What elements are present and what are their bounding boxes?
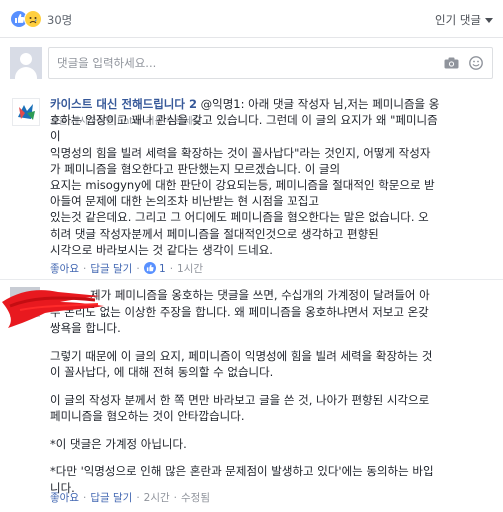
edited-label[interactable]: 수정됨 — [181, 492, 210, 504]
comment-text: 페미니즘을 혐오하는 것이 안타깝습니다. — [50, 409, 245, 423]
page-logo-icon — [16, 102, 36, 122]
reaction-count[interactable]: 30명 — [47, 12, 72, 28]
comment-time[interactable]: 2시간 — [144, 492, 170, 504]
comment-text: 가 페미니즘을 혐오한다고 판단했는지 모르겠습니다. 이 글의 — [50, 161, 341, 176]
sad-icon[interactable] — [24, 10, 42, 28]
comment-actions: 좋아요 · 답글 달기 · 1 · 1시간 — [50, 262, 204, 275]
avatar[interactable] — [12, 98, 40, 126]
comment-text: 그렇기 때문에 이 글의 요지, 페미니즘이 익명성에 힘을 빌려 세력을 확장… — [50, 348, 433, 363]
like-count[interactable]: 1 — [159, 263, 166, 275]
comment-input[interactable] — [49, 48, 409, 78]
comment-text: 무 논리도 없는 이상한 주장을 합니다. 왜 페미니즘을 옹호하냐면서 저보고… — [50, 304, 429, 319]
comment-text: 이 글의 작성자 분께서 한 쪽 면만 바라보고 글을 쓴 것, 나아가 편향된… — [50, 392, 430, 407]
comment-text: *다만 '익명성으로 인해 많은 혼란과 문제점이 발생하고 있다'에는 동의하… — [50, 464, 434, 478]
comment: 카이스트 대신 전해드립니다 2 @익명1: 아래 댓글 작성자 님,저는 페미… — [50, 96, 495, 258]
comment-text: 이 꼴사납다, 에 대해 전혀 동의할 수 없습니다. — [50, 365, 274, 379]
comment-text: @익명1: 아래 댓글 작성자 님,저는 페미니즘을 옹 — [200, 97, 440, 111]
comment-text: 익명성의 힘을 빌려 세력을 확장하는 것이 꼴사납다"라는 것인지, 어떻게 … — [50, 145, 431, 160]
comment-paragraph: 이 글의 작성자 분께서 한 쪽 면만 바라보고 글을 쓴 것, 나아가 편향된… — [50, 392, 495, 425]
comment-text: 시각으로 바라보시는 것 같다는 생각이 드네요. — [50, 242, 273, 257]
comment-actions: 좋아요 · 답글 달기 · 2시간 · 수정됨 — [50, 492, 210, 504]
comment: 제가 페미니즘을 옹호하는 댓글을 쓰면, 수십개의 가계정이 달려들어 아 무… — [50, 287, 495, 507]
comment-text: 제가 페미니즘을 옹호하는 댓글을 쓰면, 수십개의 가계정이 달려들어 아 — [90, 288, 430, 302]
camera-icon[interactable] — [444, 57, 459, 69]
emoji-sticker-icon[interactable] — [469, 56, 483, 70]
comment-paragraph: 제가 페미니즘을 옹호하는 댓글을 쓰면, 수십개의 가계정이 달려들어 아 무… — [50, 287, 495, 337]
comment-text: *이 댓글은 가계정 아닙니다. — [50, 436, 187, 451]
comment-composer: 글을 게시하려면 Enter 키를 누르세요. — [0, 38, 503, 127]
comment-text: 아들여 문제에 대한 논의조차 비난받는 현 시점을 꼬집고 — [50, 194, 319, 209]
comment-text: 이 — [50, 129, 61, 144]
like-link[interactable]: 좋아요 — [50, 263, 79, 275]
comment-text: 쌍욕을 합니다. — [50, 321, 121, 335]
comment-sort-dropdown[interactable]: 인기 댓글 — [435, 12, 493, 28]
comment-time[interactable]: 1시간 — [177, 263, 203, 275]
redaction-scribble — [2, 290, 104, 328]
comment-text: 있는것 같은데요. 그리고 그 어디에도 페미니즘을 혐오한다는 말은 없습니다… — [50, 210, 429, 225]
comment-paragraph: *이 댓글은 가계정 아닙니다. — [50, 436, 495, 453]
comment-text: 요지는 misogyny에 대한 판단이 강요되는등, 페미니즘을 절대적인 학… — [50, 178, 435, 193]
like-icon — [143, 262, 156, 274]
comment-author[interactable]: 카이스트 대신 전해드립니다 2 — [50, 97, 197, 111]
comment-box[interactable] — [48, 47, 493, 79]
comment-line: 카이스트 대신 전해드립니다 2 @익명1: 아래 댓글 작성자 님,저는 페미… — [50, 96, 495, 112]
sort-label: 인기 댓글 — [435, 13, 481, 27]
reactions-bar: 30명 인기 댓글 — [0, 0, 503, 38]
like-link[interactable]: 좋아요 — [50, 492, 79, 504]
reply-link[interactable]: 답글 달기 — [90, 263, 132, 275]
comment-line: 제가 페미니즘을 옹호하는 댓글을 쓰면, 수십개의 가계정이 달려들어 아 — [50, 287, 495, 304]
comment-text: 호하는 입장이고 꽤나 관심을 갖고 있습니다. 그런데 이 글의 요지가 왜 … — [50, 113, 438, 128]
comment-text: 히려 댓글 작성자분께서 페미니즘을 절대적인것으로 생각하고 편향된 — [50, 226, 379, 241]
comment-paragraph: 그렇기 때문에 이 글의 요지, 페미니즘이 익명성에 힘을 빌려 세력을 확장… — [50, 348, 495, 381]
avatar — [10, 47, 42, 79]
reply-link[interactable]: 답글 달기 — [90, 492, 132, 504]
chevron-down-icon — [485, 18, 493, 23]
